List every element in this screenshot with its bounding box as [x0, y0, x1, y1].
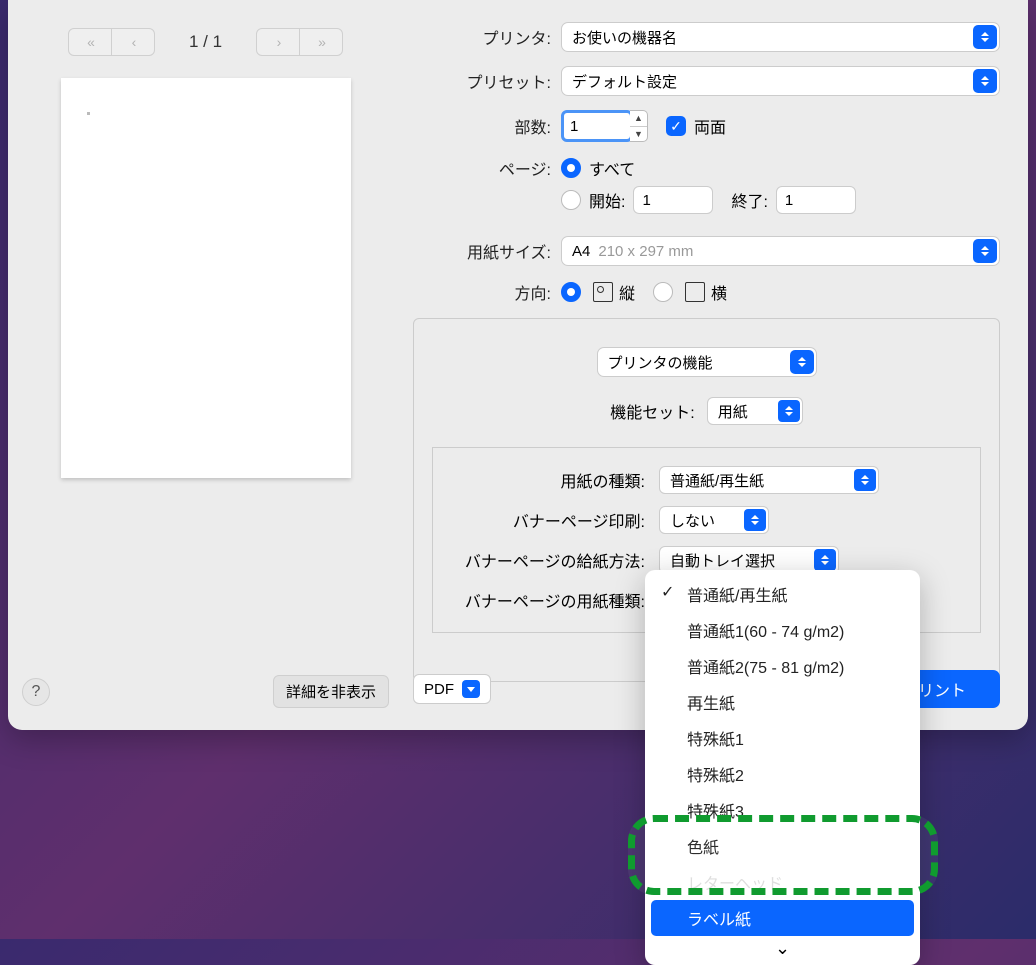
pages-range-radio[interactable]: [561, 190, 581, 210]
banner-paper-label: バナーページの用紙種類:: [451, 588, 659, 612]
duplex-label: 両面: [694, 114, 726, 138]
menu-item[interactable]: レターヘッド: [645, 864, 920, 900]
banner-tray-label: バナーページの給紙方法:: [451, 548, 659, 572]
portrait-radio[interactable]: [561, 282, 581, 302]
last-page-button[interactable]: »: [299, 28, 343, 56]
banner-print-label: バナーページ印刷:: [451, 508, 659, 532]
landscape-icon: [685, 282, 705, 302]
menu-item[interactable]: 特殊紙3: [645, 792, 920, 828]
help-button[interactable]: ?: [22, 678, 50, 706]
next-page-button[interactable]: ›: [256, 28, 300, 56]
duplex-checkbox[interactable]: ✓: [666, 116, 686, 136]
stepper-up-icon: ▲: [630, 111, 647, 127]
menu-item[interactable]: 普通紙1(60 - 74 g/m2): [645, 612, 920, 648]
from-input[interactable]: [633, 186, 713, 214]
hide-details-button[interactable]: 詳細を非表示: [273, 675, 389, 708]
banner-paper-menu[interactable]: 普通紙/再生紙 普通紙1(60 - 74 g/m2) 普通紙2(75 - 81 …: [645, 570, 920, 965]
pages-all-label: すべて: [589, 156, 635, 180]
chevron-down-icon: [462, 680, 480, 698]
chevron-up-down-icon: [973, 69, 997, 93]
page-preview: [61, 78, 351, 478]
chevron-up-down-icon: [973, 25, 997, 49]
paper-size-label: 用紙サイズ:: [413, 239, 561, 263]
menu-item[interactable]: 普通紙/再生紙: [645, 576, 920, 612]
printer-label: プリンタ:: [413, 25, 561, 49]
page-indicator: 1 / 1: [189, 32, 222, 52]
pdf-button[interactable]: PDF: [413, 674, 491, 704]
paper-size-select[interactable]: A4 210 x 297 mm: [561, 236, 1000, 266]
portrait-label: 縦: [619, 280, 635, 304]
copies-label: 部数:: [413, 114, 561, 138]
copies-stepper[interactable]: ▲▼: [630, 110, 648, 142]
landscape-label: 横: [711, 280, 727, 304]
printer-select[interactable]: お使いの機器名: [561, 22, 1000, 52]
stepper-down-icon: ▼: [630, 127, 647, 142]
copies-input[interactable]: [561, 110, 633, 142]
chevron-up-down-icon: [814, 549, 836, 571]
preset-select[interactable]: デフォルト設定: [561, 66, 1000, 96]
chevron-up-down-icon: [854, 469, 876, 491]
menu-item[interactable]: 普通紙2(75 - 81 g/m2): [645, 648, 920, 684]
paper-type-select[interactable]: 普通紙/再生紙: [659, 466, 879, 494]
menu-scroll-down-icon[interactable]: ⌄: [645, 936, 920, 959]
from-label: 開始:: [589, 188, 625, 212]
pages-all-radio[interactable]: [561, 158, 581, 178]
to-input[interactable]: [776, 186, 856, 214]
first-page-button[interactable]: «: [68, 28, 112, 56]
prev-page-button[interactable]: ‹: [111, 28, 155, 56]
preview-pane: « ‹ 1 / 1 › » ? 詳細を非表示: [8, 0, 403, 730]
pages-label: ページ:: [413, 156, 561, 180]
orientation-label: 方向:: [413, 280, 561, 304]
panel-select[interactable]: プリンタの機能: [597, 347, 817, 377]
paper-type-label: 用紙の種類:: [451, 468, 659, 492]
feature-set-select[interactable]: 用紙: [707, 397, 803, 425]
chevron-up-down-icon: [744, 509, 766, 531]
menu-item[interactable]: 再生紙: [645, 684, 920, 720]
chevron-up-down-icon: [790, 350, 814, 374]
preset-label: プリセット:: [413, 69, 561, 93]
preview-nav: « ‹ 1 / 1 › »: [22, 20, 389, 64]
landscape-radio[interactable]: [653, 282, 673, 302]
feature-set-label: 機能セット:: [610, 399, 694, 423]
menu-item[interactable]: 特殊紙2: [645, 756, 920, 792]
chevron-up-down-icon: [778, 400, 800, 422]
to-label: 終了:: [731, 188, 767, 212]
menu-item[interactable]: 色紙: [645, 828, 920, 864]
chevron-up-down-icon: [973, 239, 997, 263]
menu-item[interactable]: 特殊紙1: [645, 720, 920, 756]
portrait-icon: [593, 282, 613, 302]
banner-print-select[interactable]: しない: [659, 506, 769, 534]
menu-item-selected[interactable]: ラベル紙: [651, 900, 914, 936]
